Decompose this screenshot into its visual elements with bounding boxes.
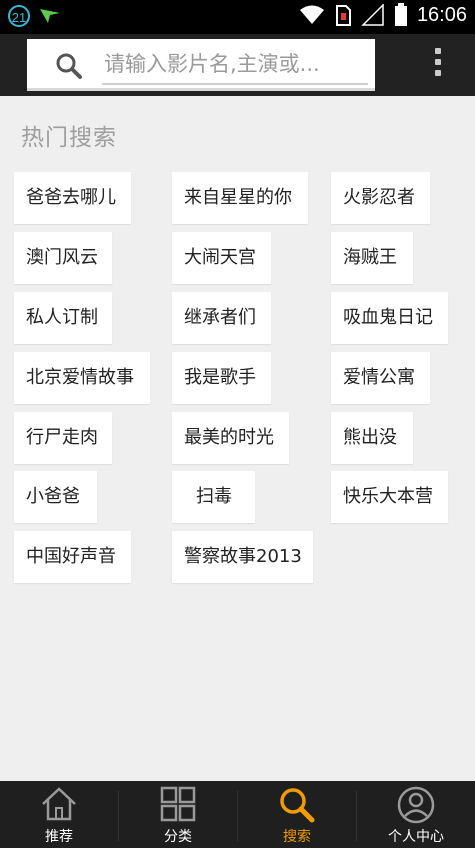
- battery-icon: [394, 3, 407, 26]
- status-time: 16:06: [416, 3, 467, 26]
- hot-search-item[interactable]: 最美的时光: [172, 412, 289, 464]
- sim-alert-icon: [335, 5, 351, 26]
- hot-search-item[interactable]: 扫毒: [172, 471, 255, 523]
- hot-search-item[interactable]: 爱情公寓: [331, 352, 430, 404]
- signal-icon: [361, 4, 384, 26]
- hot-search-item[interactable]: 熊出没: [331, 412, 413, 464]
- wifi-icon: [299, 5, 324, 24]
- hot-search-item[interactable]: 吸血鬼日记: [331, 292, 448, 344]
- hot-search-item[interactable]: 私人订制: [14, 292, 112, 344]
- hot-search-item[interactable]: 小爸爸: [14, 471, 97, 523]
- nav-label: 分类: [164, 829, 192, 845]
- search-input[interactable]: [102, 45, 368, 85]
- menu-dot-icon: [435, 59, 441, 65]
- hot-search-item[interactable]: 警察故事2013: [172, 531, 313, 583]
- user-icon: [397, 786, 435, 824]
- bottom-nav: 推荐 分类 搜索 个人中心: [0, 781, 475, 848]
- overflow-menu-button[interactable]: [428, 48, 448, 82]
- hot-search-item[interactable]: 我是歌手: [172, 352, 271, 404]
- hot-search-item[interactable]: 中国好声音: [14, 531, 131, 583]
- home-icon: [42, 787, 76, 821]
- hot-search-item[interactable]: 行尸走肉: [14, 412, 112, 464]
- nav-item-search[interactable]: 搜索: [238, 781, 356, 848]
- status-bar: 21 16:06: [0, 0, 475, 34]
- nav-item-category[interactable]: 分类: [119, 781, 237, 848]
- search-box[interactable]: [27, 39, 375, 91]
- hot-search-item[interactable]: 来自星星的你: [172, 172, 308, 224]
- hot-search-item[interactable]: 爸爸去哪儿: [14, 172, 131, 224]
- hot-search-item[interactable]: 大闹天宫: [172, 232, 271, 284]
- search-header: [0, 34, 475, 96]
- nav-label: 个人中心: [388, 829, 444, 845]
- grid-icon: [160, 786, 196, 822]
- nav-item-profile[interactable]: 个人中心: [357, 781, 475, 848]
- hot-search-item[interactable]: 北京爱情故事: [14, 352, 150, 404]
- notification-arrow-icon: [40, 9, 60, 23]
- search-icon: [280, 788, 315, 823]
- nav-label: 推荐: [45, 829, 73, 845]
- menu-dot-icon: [435, 48, 441, 54]
- search-icon: [56, 53, 82, 79]
- hot-search-item[interactable]: 继承者们: [172, 292, 271, 344]
- nav-label: 搜索: [283, 829, 311, 845]
- notification-count-badge: 21: [8, 5, 30, 27]
- hot-search-item[interactable]: 澳门风云: [14, 232, 112, 284]
- hot-search-item[interactable]: 快乐大本营: [331, 471, 448, 523]
- menu-dot-icon: [435, 70, 441, 76]
- hot-search-item[interactable]: 海贼王: [331, 232, 413, 284]
- hot-search-title: 热门搜索: [21, 125, 117, 151]
- nav-item-recommend[interactable]: 推荐: [0, 781, 118, 848]
- hot-search-item[interactable]: 火影忍者: [331, 172, 430, 224]
